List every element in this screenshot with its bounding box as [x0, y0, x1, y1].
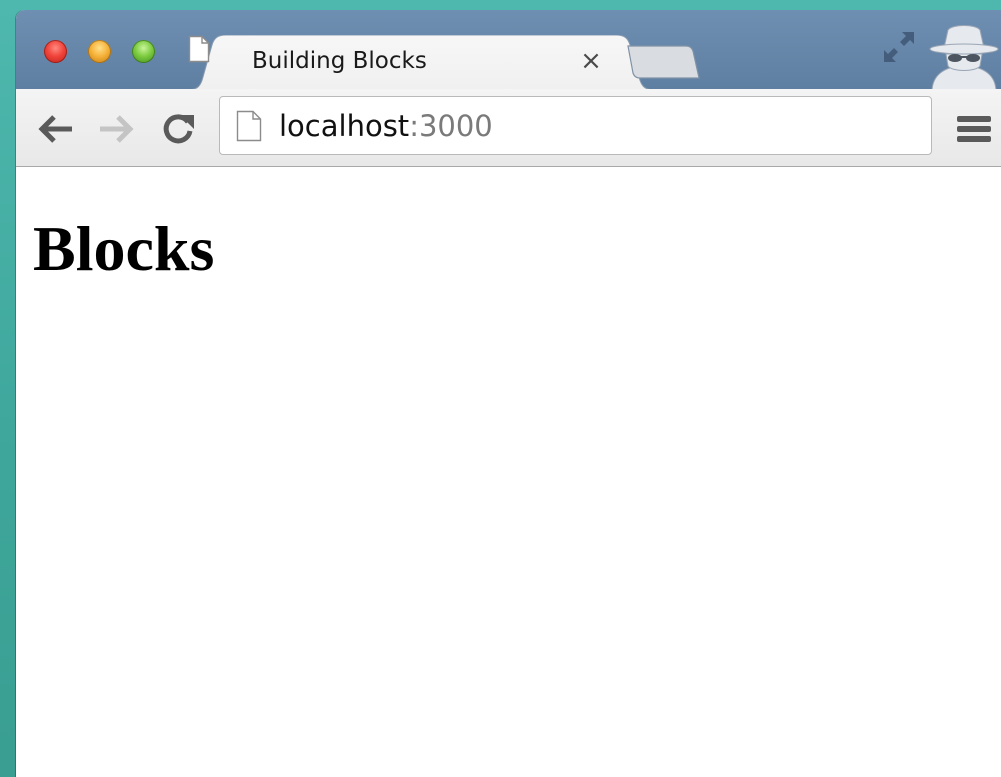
address-bar[interactable]: localhost:3000 [219, 96, 932, 155]
url-port: :3000 [409, 109, 493, 143]
title-bar: Building Blocks × [16, 10, 1001, 92]
url-host: localhost [279, 109, 410, 143]
tab-building-blocks[interactable]: Building Blocks × [188, 35, 654, 90]
close-window-button[interactable] [44, 40, 67, 63]
browser-window: Building Blocks × localhost:3000 Blocks [16, 10, 1001, 777]
minimize-window-button[interactable] [88, 40, 111, 63]
forward-arrow-icon[interactable] [96, 109, 136, 149]
address-bar-url: localhost:3000 [279, 108, 493, 144]
toolbar: localhost:3000 [16, 89, 1001, 167]
fullscreen-icon[interactable] [882, 30, 916, 64]
document-icon [188, 35, 210, 63]
incognito-icon[interactable] [922, 22, 1001, 92]
new-tab-icon[interactable] [626, 45, 700, 79]
tab-title: Building Blocks [252, 48, 427, 74]
zoom-window-button[interactable] [132, 40, 155, 63]
menu-icon[interactable] [954, 109, 994, 149]
tab-close-button[interactable]: × [579, 46, 603, 76]
page-heading: Blocks [33, 213, 215, 284]
document-icon [236, 110, 262, 142]
reload-icon[interactable] [158, 109, 198, 149]
page-content: Blocks [16, 167, 1001, 777]
back-arrow-icon[interactable] [36, 109, 76, 149]
